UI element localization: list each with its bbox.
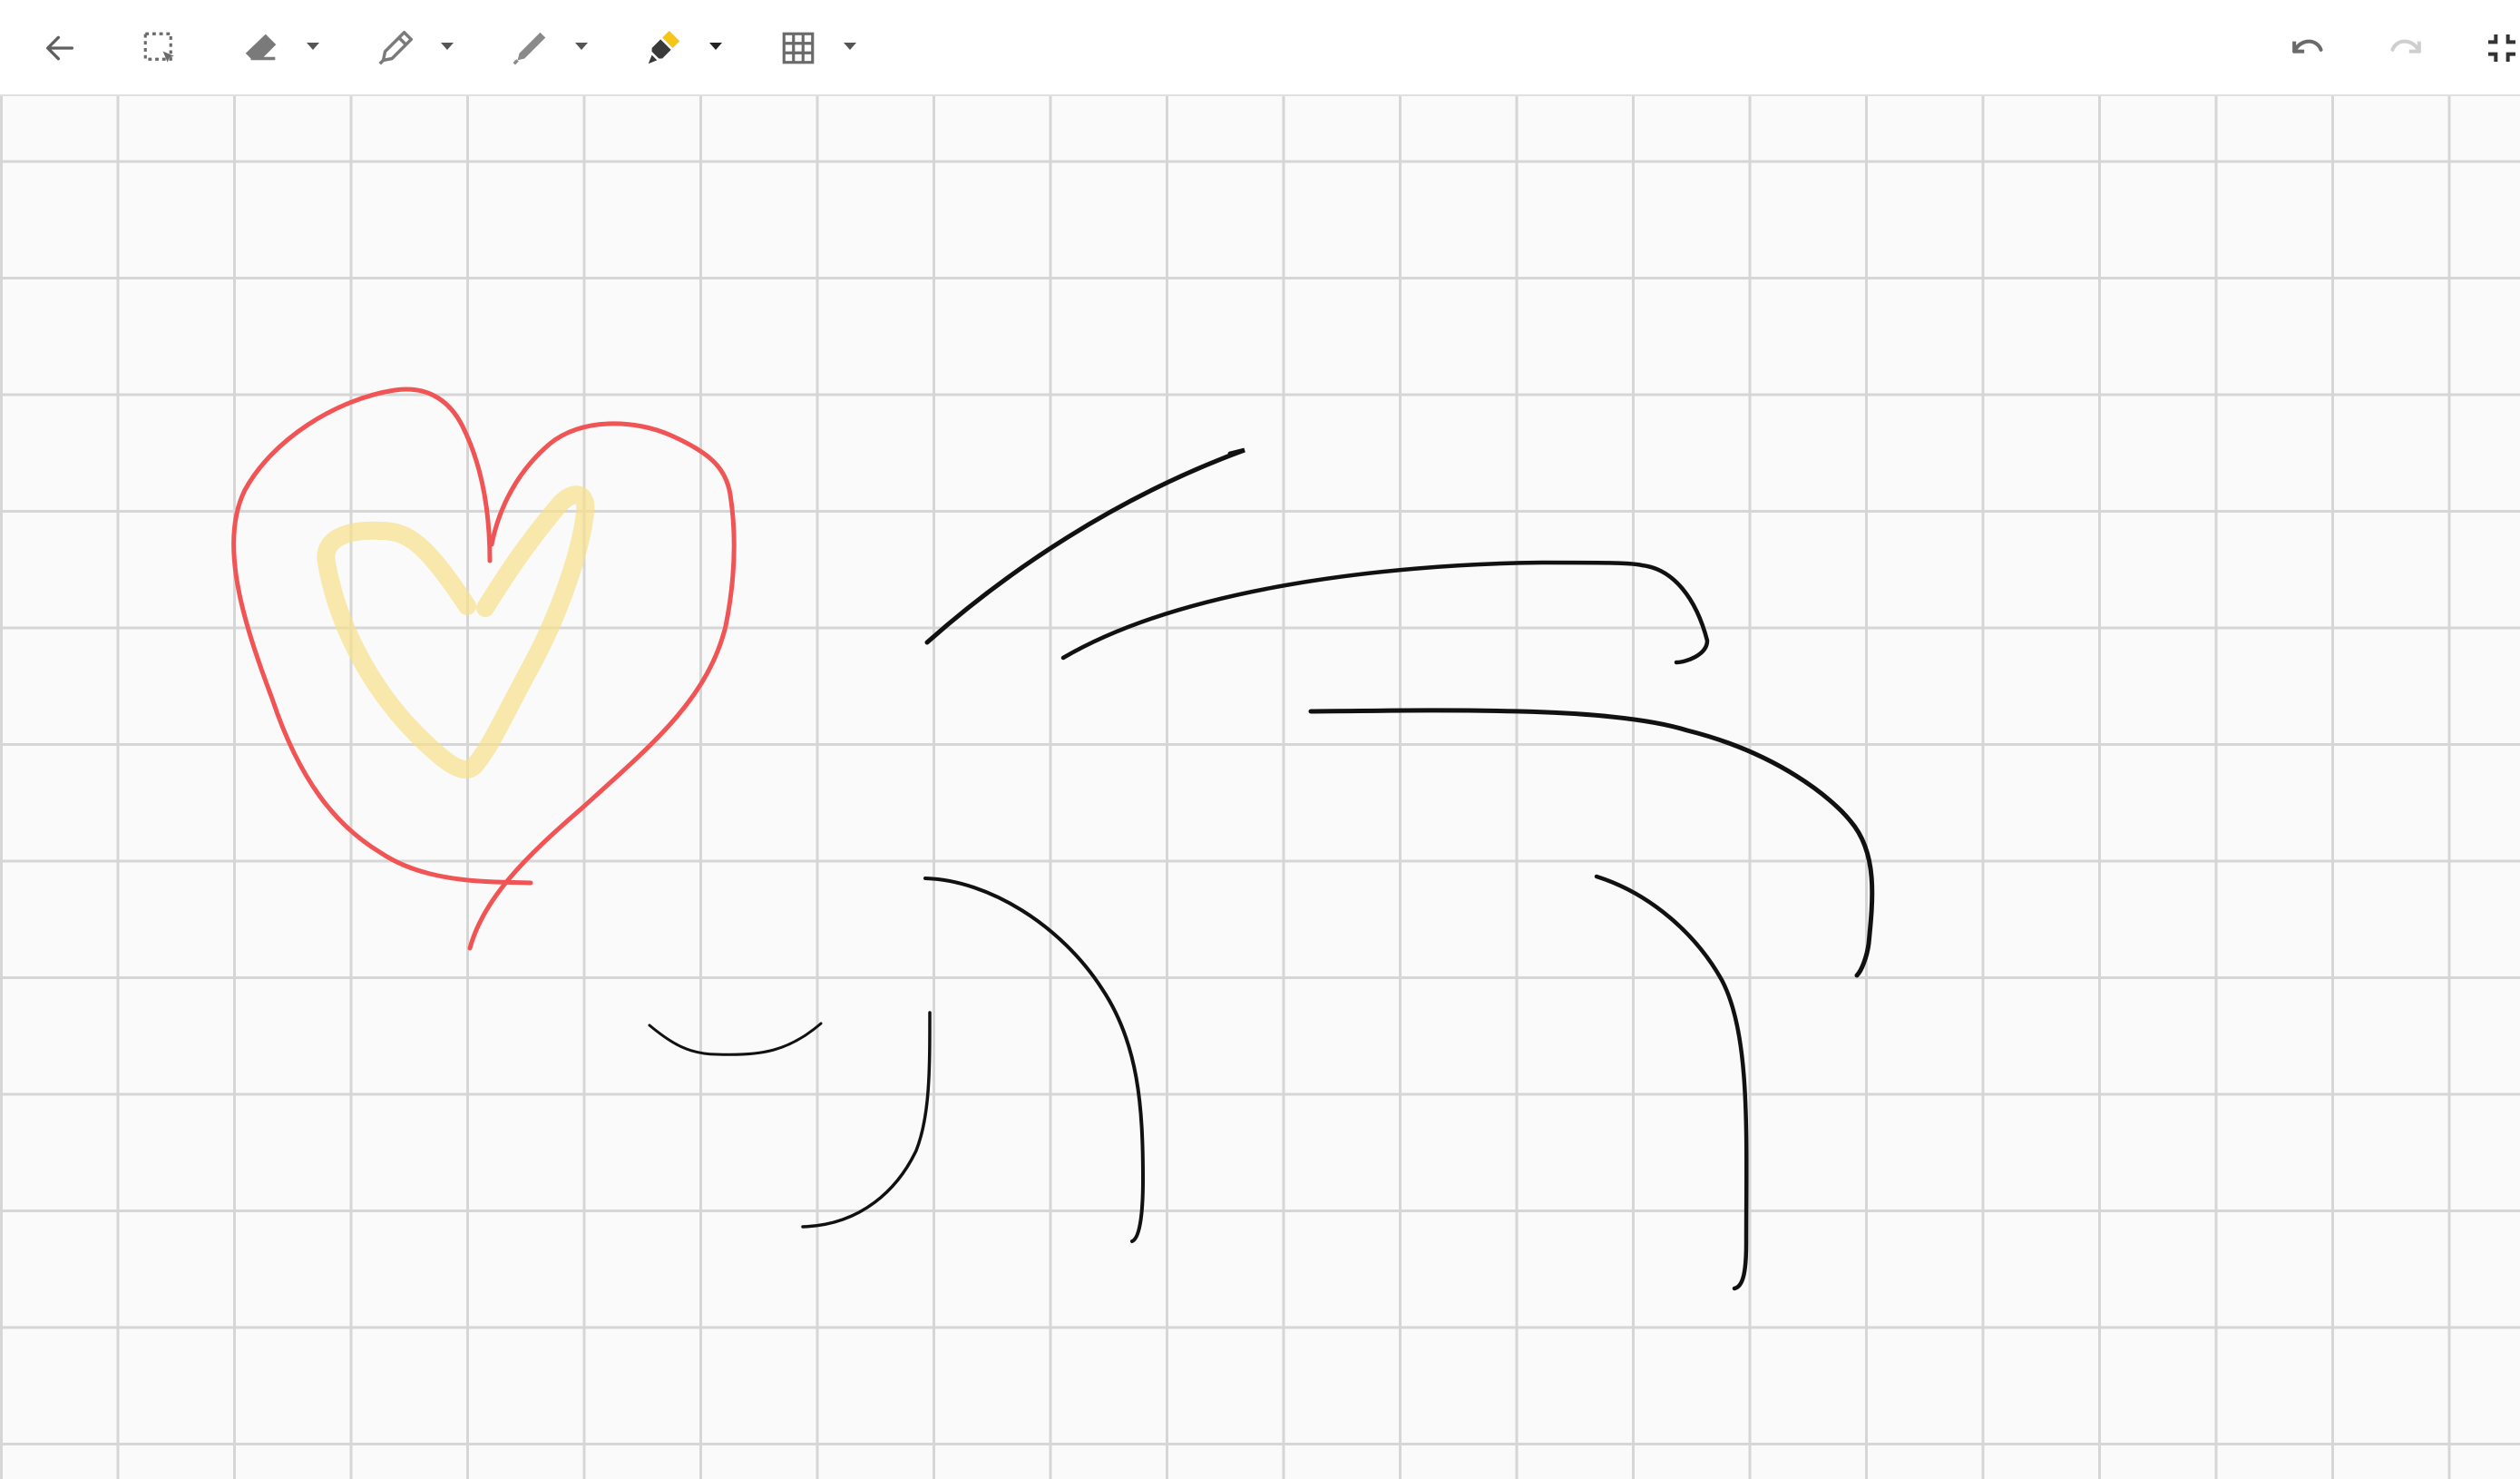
pen-stroke-4	[923, 877, 1146, 1243]
pencil-icon	[513, 32, 546, 65]
pencil-button[interactable]	[503, 18, 557, 78]
pen-stroke-5	[801, 1011, 932, 1229]
exit-fullscreen-icon	[2488, 34, 2515, 62]
toolbar	[0, 0, 2520, 96]
highlighter-button[interactable]	[637, 18, 691, 78]
pen-stroke-heart-outline	[231, 387, 533, 886]
pen-stroke-2	[1060, 560, 1710, 665]
grid-icon	[782, 32, 815, 64]
highlighter-stroke-inner-heart	[317, 485, 595, 779]
pen-button[interactable]	[368, 18, 423, 78]
handwriting-app	[0, 0, 2520, 1479]
grid-menu-caret[interactable]	[844, 43, 856, 50]
exit-fullscreen-button[interactable]	[2484, 18, 2520, 78]
drawing-canvas[interactable]	[0, 96, 2520, 1479]
undo-icon	[2292, 39, 2323, 54]
eraser-icon	[245, 34, 277, 61]
redo-icon	[2390, 39, 2421, 54]
ink-layer	[231, 387, 1875, 1291]
back-button[interactable]	[33, 18, 87, 78]
eraser-button[interactable]	[234, 18, 288, 78]
pen-stroke-1	[924, 447, 1245, 645]
arrow-left-icon	[46, 35, 74, 61]
background-grid-button[interactable]	[771, 18, 825, 78]
eraser-menu-caret[interactable]	[307, 43, 319, 50]
pen-stroke-3	[1308, 708, 1875, 978]
pen-icon	[378, 31, 413, 65]
highlighter-icon	[648, 30, 680, 64]
pencil-menu-caret[interactable]	[575, 43, 588, 50]
highlighter-menu-caret[interactable]	[709, 43, 722, 50]
lasso-select-button[interactable]	[132, 18, 187, 78]
pen-stroke-7	[1594, 874, 1749, 1291]
lasso-select-icon	[143, 32, 174, 63]
undo-button[interactable]	[2279, 18, 2333, 78]
redo-button[interactable]	[2380, 18, 2435, 78]
pen-stroke-6	[648, 1022, 823, 1056]
pen-menu-caret[interactable]	[441, 43, 454, 50]
pen-stroke-heart-right	[467, 421, 737, 951]
